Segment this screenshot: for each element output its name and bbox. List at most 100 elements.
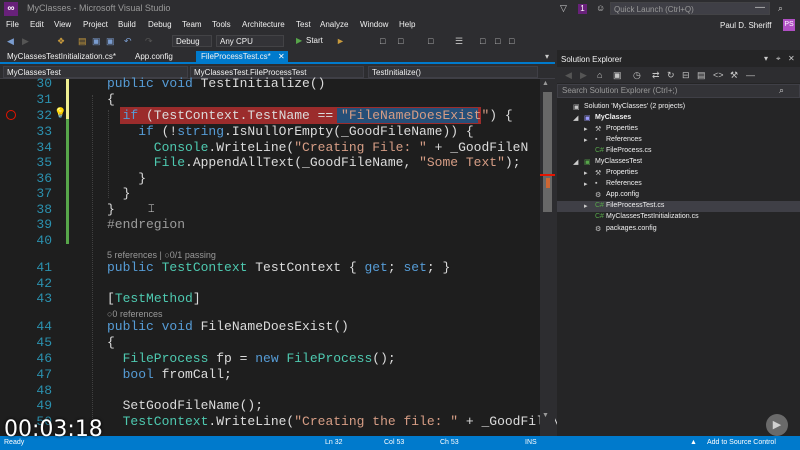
code-line[interactable]: Console.WriteLine("Creating File: " + _G… bbox=[154, 140, 528, 155]
view-switcher-icon[interactable]: ▣ bbox=[613, 70, 622, 81]
tree-expander-icon[interactable]: ▸ bbox=[584, 125, 588, 133]
code-line[interactable]: { bbox=[107, 335, 115, 350]
tree-item[interactable]: Solution 'MyClasses' (2 projects) bbox=[584, 103, 685, 110]
code-line[interactable]: SetGoodFileName(); bbox=[123, 398, 263, 413]
properties-icon[interactable]: ⚒ bbox=[730, 70, 738, 81]
tree-item[interactable]: References bbox=[606, 136, 642, 143]
tree-item[interactable]: App.config bbox=[606, 191, 639, 198]
codelens-references[interactable]: 5 references | ○0/1 passing bbox=[107, 250, 216, 260]
new-project-icon[interactable]: ❖ bbox=[57, 36, 65, 47]
tab-myclassestestinitialization[interactable]: MyClassesTestInitialization.cs* bbox=[2, 51, 132, 63]
toolbar-icon-6[interactable]: □ bbox=[495, 36, 500, 46]
solution-platform-dropdown[interactable]: Any CPU bbox=[216, 35, 284, 47]
user-name[interactable]: Paul D. Sheriff bbox=[720, 21, 771, 30]
forward-icon[interactable]: ▶ bbox=[580, 70, 587, 81]
attach-icon[interactable]: ► bbox=[336, 36, 345, 46]
scroll-up-arrow[interactable]: ▲ bbox=[542, 80, 549, 87]
toolbar-icon-5[interactable]: □ bbox=[480, 36, 485, 46]
tree-item[interactable]: MyClassesTest bbox=[595, 158, 642, 165]
toolbar-icon-1[interactable]: □ bbox=[380, 36, 385, 46]
menu-item-window[interactable]: Window bbox=[360, 20, 388, 29]
filter-icon[interactable]: ▽ bbox=[560, 3, 567, 14]
code-line[interactable]: [TestMethod] bbox=[107, 291, 201, 306]
codelens-references[interactable]: ○0 references bbox=[107, 309, 162, 319]
code-line[interactable]: public TestContext TestContext { get; se… bbox=[107, 260, 450, 275]
code-line[interactable]: if (!string.IsNullOrEmpty(_GoodFileName)… bbox=[138, 124, 473, 139]
view-code-icon[interactable]: <> bbox=[713, 70, 724, 80]
tab-fileprocesstest[interactable]: FileProcessTest.cs* bbox=[196, 51, 288, 63]
menu-item-build[interactable]: Build bbox=[118, 20, 136, 29]
scrollbar-thumb[interactable] bbox=[543, 92, 552, 212]
code-line[interactable]: } bbox=[107, 202, 115, 217]
code-line[interactable]: } bbox=[123, 186, 131, 201]
tree-expander-icon[interactable]: ▸ bbox=[584, 136, 588, 144]
save-icon[interactable]: ▣ bbox=[92, 36, 101, 47]
tree-item[interactable]: MyClasses bbox=[595, 114, 631, 121]
solution-configuration-dropdown[interactable]: Debug bbox=[172, 35, 212, 47]
collapse-all-icon[interactable]: ⊟ bbox=[682, 70, 690, 81]
tree-item[interactable]: MyClassesTestInitialization.cs bbox=[606, 213, 699, 220]
navigate-back-icon[interactable]: ◀ bbox=[7, 36, 14, 47]
menu-item-analyze[interactable]: Analyze bbox=[320, 20, 348, 29]
tab-overflow-icon[interactable]: ▾ bbox=[545, 52, 549, 61]
avatar[interactable]: PS bbox=[783, 19, 795, 31]
member-dropdown[interactable]: TestInitialize() bbox=[368, 66, 538, 78]
search-icon[interactable]: ⌕ bbox=[779, 85, 784, 96]
menu-item-architecture[interactable]: Architecture bbox=[242, 20, 285, 29]
toolbar-icon-3[interactable]: □ bbox=[428, 36, 433, 46]
tree-item[interactable]: FileProcess.cs bbox=[606, 147, 652, 154]
tree-item[interactable]: References bbox=[606, 180, 642, 187]
code-line[interactable]: public void TestInitialize() bbox=[107, 76, 325, 91]
tree-expander-icon[interactable]: ▸ bbox=[584, 180, 588, 188]
menu-item-project[interactable]: Project bbox=[83, 20, 108, 29]
sync-icon[interactable]: ⇄ bbox=[652, 70, 660, 81]
tree-item[interactable]: packages.config bbox=[606, 225, 657, 232]
breakpoint-icon[interactable] bbox=[6, 110, 16, 120]
search-icon[interactable]: ⌕ bbox=[778, 3, 783, 14]
code-line[interactable]: { bbox=[107, 92, 115, 107]
home-icon[interactable]: ⌂ bbox=[597, 70, 602, 80]
code-line[interactable]: } bbox=[138, 171, 146, 186]
lightbulb-icon[interactable]: 💡 bbox=[54, 108, 66, 119]
add-to-source-control-button[interactable]: Add to Source Control bbox=[707, 439, 776, 446]
start-button[interactable]: Start bbox=[306, 36, 323, 45]
toolbar-icon-7[interactable]: □ bbox=[509, 36, 514, 46]
code-line[interactable]: File.AppendAllText(_GoodFileName, "Some … bbox=[154, 155, 521, 170]
menu-item-debug[interactable]: Debug bbox=[148, 20, 172, 29]
window-minimize-button[interactable]: — bbox=[755, 2, 765, 13]
redo-icon[interactable]: ↷ bbox=[145, 36, 153, 47]
tree-item[interactable]: FileProcessTest.cs bbox=[606, 202, 664, 209]
code-line[interactable]: #endregion bbox=[107, 217, 185, 232]
tree-item[interactable]: Properties bbox=[606, 125, 638, 132]
menu-item-tools[interactable]: Tools bbox=[212, 20, 231, 29]
close-tab-icon[interactable]: ✕ bbox=[278, 52, 285, 61]
code-line[interactable]: FileProcess fp = new FileProcess(); bbox=[123, 351, 396, 366]
refresh-icon[interactable]: ↻ bbox=[667, 70, 675, 81]
toolbar-icon-4[interactable]: ☰ bbox=[455, 36, 463, 47]
feedback-icon[interactable]: ☺ bbox=[596, 3, 605, 13]
tree-expander-icon[interactable]: ◢ bbox=[573, 114, 578, 122]
save-all-icon[interactable]: ▣ bbox=[106, 36, 115, 47]
menu-item-test[interactable]: Test bbox=[296, 20, 311, 29]
tree-expander-icon[interactable]: ◢ bbox=[573, 158, 578, 166]
code-line[interactable]: public void FileNameDoesExist() bbox=[107, 319, 349, 334]
code-line[interactable]: if (TestContext.TestName == "FileNameDoe… bbox=[123, 108, 513, 123]
tree-expander-icon[interactable]: ▸ bbox=[584, 202, 588, 210]
undo-icon[interactable]: ↶ bbox=[124, 36, 132, 47]
tree-item[interactable]: Properties bbox=[606, 169, 638, 176]
tab-app-config[interactable]: App.config bbox=[130, 51, 192, 63]
code-line[interactable]: bool fromCall; bbox=[123, 367, 232, 382]
navigate-forward-icon[interactable]: ▶ bbox=[22, 36, 29, 47]
close-icon[interactable]: ✕ bbox=[788, 54, 795, 63]
menu-item-view[interactable]: View bbox=[54, 20, 71, 29]
toolbar-icon-2[interactable]: □ bbox=[398, 36, 403, 46]
solution-explorer-search-input[interactable]: Search Solution Explorer (Ctrl+;) bbox=[557, 84, 800, 98]
preview-icon[interactable]: — bbox=[746, 70, 755, 80]
source-control-up-icon[interactable]: ▲ bbox=[690, 439, 697, 446]
scroll-down-arrow[interactable]: ▼ bbox=[542, 412, 549, 419]
show-all-files-icon[interactable]: ▤ bbox=[697, 70, 706, 81]
open-file-icon[interactable]: ▤ bbox=[78, 36, 87, 47]
menu-item-team[interactable]: Team bbox=[182, 20, 202, 29]
tree-expander-icon[interactable]: ▸ bbox=[584, 169, 588, 177]
start-play-icon[interactable]: ▶ bbox=[296, 36, 302, 45]
